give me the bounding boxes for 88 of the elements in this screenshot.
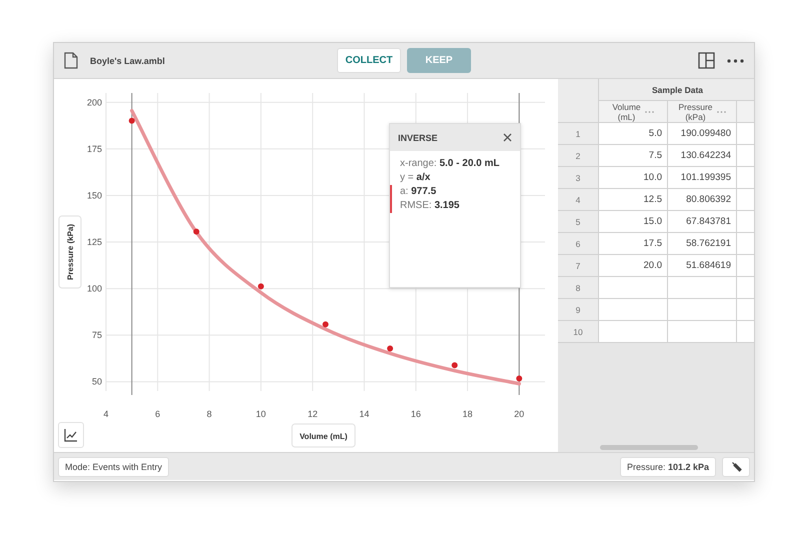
row-number: 3	[558, 167, 599, 189]
scrollbar[interactable]	[600, 445, 698, 450]
row-number: 8	[558, 277, 599, 299]
row-number: 2	[558, 145, 599, 167]
table-cell[interactable]	[737, 167, 754, 189]
y-tick-label: 75	[92, 330, 102, 340]
x-tick-label: 20	[514, 409, 524, 419]
table-cell[interactable]	[737, 145, 754, 167]
data-point	[322, 321, 328, 328]
tools-button[interactable]	[722, 456, 750, 476]
data-point	[258, 283, 264, 290]
table-cell[interactable]	[737, 233, 754, 255]
fit-line: RMSE: 3.195	[390, 199, 520, 213]
collect-button[interactable]: COLLECT	[337, 48, 401, 73]
table-cell[interactable]: 20.0	[599, 255, 668, 277]
x-axis-title: Volume (mL)	[300, 432, 348, 441]
row-number: 10	[558, 321, 599, 343]
more-icon[interactable]	[727, 58, 744, 62]
table-cell[interactable]	[599, 321, 668, 343]
row-number: 9	[558, 299, 599, 321]
row-number: 4	[558, 189, 599, 211]
range-line[interactable]	[131, 92, 132, 396]
layout-icon[interactable]	[698, 52, 715, 69]
table-cell[interactable]	[737, 123, 754, 145]
y-axis-label[interactable]: Pressure (kPa)	[58, 216, 82, 288]
table-cell[interactable]	[599, 299, 668, 321]
y-tick-label: 200	[86, 97, 102, 108]
x-tick-label: 8	[206, 409, 212, 419]
column-header[interactable]	[737, 101, 754, 123]
y-tick-label: 50	[92, 376, 102, 387]
data-point	[516, 376, 522, 382]
x-tick-label: 10	[256, 409, 266, 419]
table-cell[interactable]	[737, 277, 754, 299]
x-tick-label: 14	[359, 409, 370, 419]
table-cell[interactable]: 130.642234	[668, 145, 737, 167]
file-icon[interactable]	[64, 52, 78, 69]
x-tick-label: 16	[410, 409, 421, 419]
wrench-icon	[730, 461, 742, 472]
x-tick-label: 18	[462, 409, 473, 419]
table-cell[interactable]: 101.199395	[668, 167, 737, 189]
row-number: 7	[558, 255, 599, 277]
graph-icon	[64, 428, 78, 442]
x-tick-label: 4	[104, 409, 108, 419]
sensor-meter-button[interactable]: Pressure: 101.2 kPa	[620, 456, 716, 476]
table-cell[interactable]	[737, 299, 754, 321]
table-cell[interactable]: 10.0	[599, 167, 668, 189]
table-cell[interactable]	[737, 211, 754, 233]
y-tick-label: 125	[86, 237, 102, 247]
table-cell[interactable]	[737, 189, 754, 211]
table-cell[interactable]	[668, 277, 737, 299]
table-cell[interactable]	[599, 277, 668, 299]
x-tick-label: 6	[155, 409, 160, 419]
table-cell[interactable]	[668, 299, 737, 321]
table-cell[interactable]	[668, 321, 737, 343]
table-cell[interactable]: 15.0	[599, 211, 668, 233]
fit-line: a: 977.5	[390, 185, 520, 199]
fit-line: y = a/x	[399, 171, 432, 185]
x-tick-label: 12	[308, 409, 318, 419]
graph-options-button[interactable]	[58, 422, 84, 448]
table-cell[interactable]: 80.806392	[668, 189, 737, 211]
data-point	[387, 346, 394, 352]
fit-title: INVERSE	[398, 132, 438, 142]
table-cell[interactable]	[737, 255, 754, 277]
table-cell[interactable]: 5.0	[599, 123, 668, 145]
data-point	[128, 118, 135, 124]
y-tick-label: 150	[86, 190, 102, 200]
mode-button[interactable]: Mode: Events with Entry	[58, 456, 170, 476]
y-tick-label: 100	[86, 284, 102, 294]
y-tick-label: 175	[86, 144, 102, 154]
table-title: Sample Data	[599, 79, 754, 101]
row-number: 5	[558, 211, 599, 233]
data-point	[193, 228, 200, 235]
x-axis-label[interactable]: Volume (mL)	[292, 424, 356, 448]
table-cell[interactable]: 190.099480	[668, 123, 737, 145]
y-axis-title: Pressure (kPa)	[66, 224, 75, 280]
table-cell[interactable]: 67.843781	[668, 211, 737, 233]
table-cell[interactable]: 58.762191	[668, 233, 737, 255]
fit-line: x-range: 5.0 - 20.0 mL	[399, 157, 500, 171]
row-number: 1	[558, 123, 599, 145]
table-cell[interactable]: 7.5	[599, 145, 668, 167]
data-point	[452, 362, 458, 368]
file-name: Boyle's Law.ambl	[90, 56, 165, 66]
table-cell[interactable]: 51.684619	[668, 255, 737, 277]
row-number: 6	[558, 233, 599, 255]
close-icon[interactable]	[503, 133, 512, 142]
table-cell[interactable]	[737, 321, 754, 343]
table-cell[interactable]: 12.5	[599, 189, 668, 211]
table-cell[interactable]: 17.5	[599, 233, 668, 255]
